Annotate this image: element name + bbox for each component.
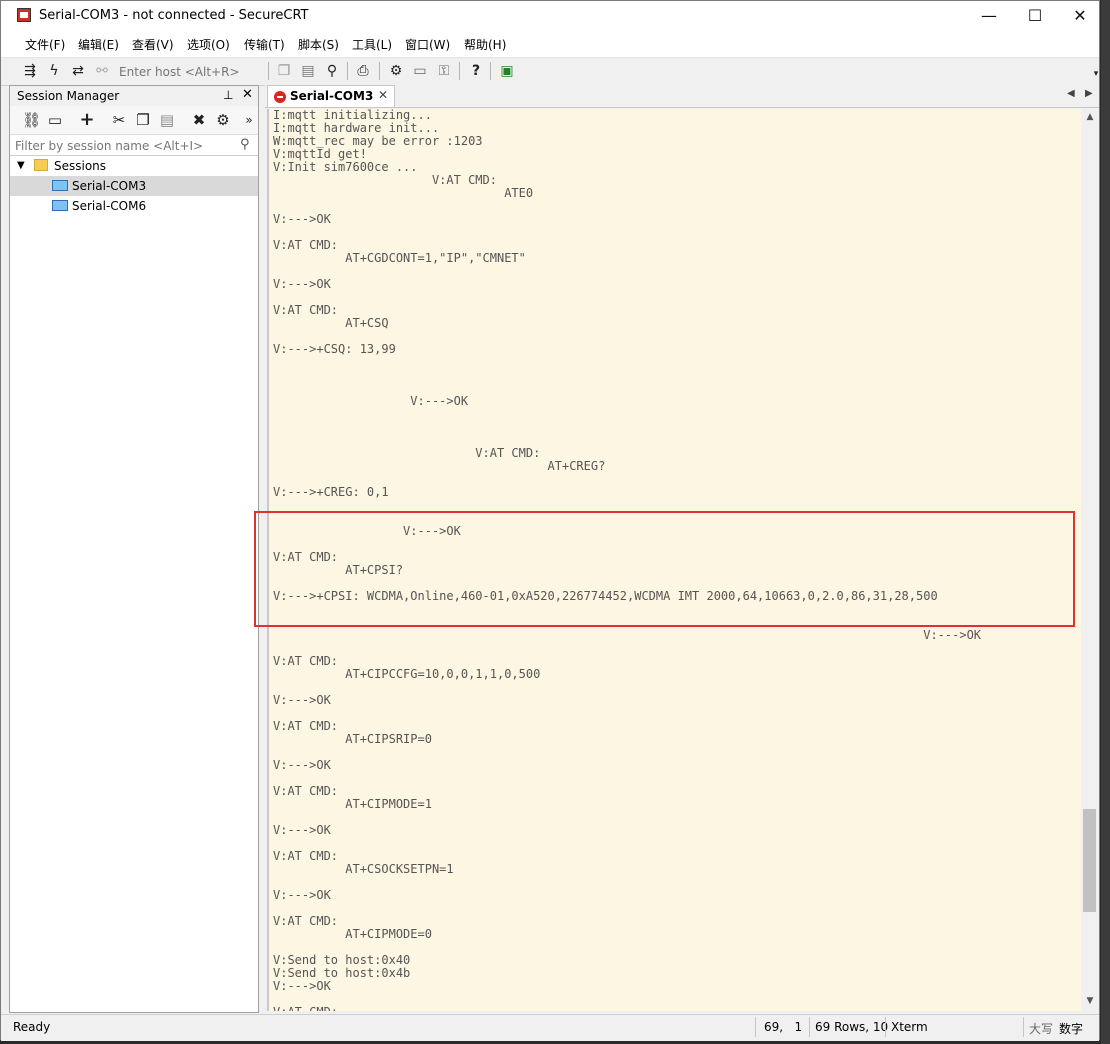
- menu-options[interactable]: 选项(O): [187, 36, 230, 53]
- menu-transfer[interactable]: 传输(T): [244, 36, 285, 53]
- maximize-button[interactable]: ☐: [1012, 1, 1058, 31]
- toolbar-separator: [268, 62, 269, 80]
- pin-icon[interactable]: ⊥: [223, 88, 233, 102]
- terminal-scrollbar[interactable]: ▲ ▼: [1081, 109, 1099, 1011]
- scrollbar-thumb[interactable]: [1083, 809, 1096, 912]
- status-divider: [1023, 1017, 1024, 1037]
- tab-prev-icon[interactable]: ◀: [1067, 88, 1075, 99]
- toolbar-separator: [379, 62, 380, 80]
- status-emulation: Xterm: [891, 1020, 928, 1034]
- session-item-serial-com6[interactable]: Serial-COM6: [10, 196, 258, 216]
- session-filter: ⚲: [10, 135, 258, 156]
- toolbar-separator: [459, 62, 460, 80]
- session-label: Serial-COM3: [72, 179, 147, 193]
- highlight-box: [254, 511, 1075, 627]
- scroll-up-icon[interactable]: ▲: [1081, 109, 1099, 126]
- chevron-down-icon[interactable]: ▼: [17, 156, 25, 176]
- copy-icon[interactable]: ❐: [275, 62, 293, 80]
- desktop-background: [1101, 0, 1110, 1044]
- keymap-icon[interactable]: ▭: [411, 62, 429, 80]
- tab-next-icon[interactable]: ▶: [1085, 88, 1093, 99]
- status-divider: [755, 1017, 756, 1037]
- properties-icon[interactable]: ⚙: [214, 111, 232, 129]
- status-num: 数字: [1059, 1022, 1084, 1036]
- connect-icon[interactable]: ⇶: [21, 62, 39, 80]
- session-item-serial-com3[interactable]: Serial-COM3: [10, 176, 258, 196]
- tab-close-icon[interactable]: ✕: [378, 88, 388, 102]
- session-manager-panel: Session Manager ⊥ ✕ ⛓ ▭ + ✂ ❐ ▤ ✖ ⚙ » ⚲ …: [9, 85, 259, 1013]
- menu-window[interactable]: 窗口(W): [405, 36, 450, 53]
- menu-bar: 文件(F) 编辑(E) 查看(V) 选项(O) 传输(T) 脚本(S) 工具(L…: [1, 31, 1099, 57]
- scroll-down-icon[interactable]: ▼: [1081, 993, 1099, 1010]
- tab-strip: Serial-COM3 ✕ ◀ ▶: [265, 85, 1099, 108]
- delete-icon[interactable]: ✖: [190, 111, 208, 129]
- status-divider: [809, 1017, 810, 1037]
- new-session-icon[interactable]: +: [78, 111, 96, 129]
- status-caps: 大写: [1029, 1022, 1054, 1036]
- paste-session-icon[interactable]: ▤: [158, 111, 176, 129]
- search-icon[interactable]: ⚲: [240, 137, 250, 152]
- session-manager-toolbar: ⛓ ▭ + ✂ ❐ ▤ ✖ ⚙ »: [10, 106, 258, 135]
- minimize-button[interactable]: —: [966, 1, 1012, 31]
- securecrt-window: Serial-COM3 - not connected - SecureCRT …: [0, 0, 1100, 1041]
- menu-edit[interactable]: 编辑(E): [78, 36, 119, 53]
- terminal-session-icon: [52, 200, 68, 211]
- status-bar: Ready 69, 1 69 Rows, 10 Xterm 大写 数字: [1, 1014, 1099, 1041]
- key-icon[interactable]: ⚿: [435, 62, 453, 80]
- terminal-session-icon: [52, 180, 68, 191]
- paste-icon[interactable]: ▤: [299, 62, 317, 80]
- folder-label: Sessions: [54, 159, 107, 173]
- session-manager-header: Session Manager ⊥ ✕: [10, 86, 258, 107]
- close-button[interactable]: ✕: [1057, 1, 1103, 31]
- session-manager-close-icon[interactable]: ✕: [242, 87, 253, 102]
- session-manager-title: Session Manager: [17, 89, 120, 103]
- tree-folder-sessions[interactable]: ▼ Sessions: [10, 156, 258, 176]
- connect-session-icon[interactable]: ⛓: [22, 111, 41, 129]
- toolbar: ⇶ ϟ ⇄ ⚯ ❐ ▤ ⚲ ⎙ ⚙ ▭ ⚿ ? ▣ ▾: [1, 57, 1099, 86]
- folder-icon: [34, 159, 48, 171]
- securecrt-app-icon: [17, 8, 31, 22]
- copy-session-icon[interactable]: ❐: [134, 111, 152, 129]
- quick-connect-icon[interactable]: ϟ: [45, 62, 63, 80]
- status-divider: [885, 1017, 886, 1037]
- toolbar-separator: [490, 62, 491, 80]
- tab-label: Serial-COM3: [290, 89, 374, 103]
- menu-file[interactable]: 文件(F): [25, 36, 65, 53]
- disconnect-icon[interactable]: ⚯: [93, 62, 111, 80]
- session-filter-input[interactable]: [13, 136, 237, 155]
- settings-icon[interactable]: ⚙: [387, 62, 405, 80]
- more-icon[interactable]: »: [240, 111, 258, 129]
- toolbar-separator: [347, 62, 348, 80]
- status-cursor-position: 69, 1: [764, 1020, 803, 1034]
- menu-tools[interactable]: 工具(L): [352, 36, 392, 53]
- menu-help[interactable]: 帮助(H): [464, 36, 506, 53]
- sftp-icon[interactable]: ▣: [498, 62, 516, 80]
- window-title: Serial-COM3 - not connected - SecureCRT: [39, 8, 309, 23]
- connect-in-tab-icon[interactable]: ▭: [46, 111, 64, 129]
- status-ready: Ready: [13, 1020, 51, 1034]
- enter-host-input[interactable]: [117, 61, 269, 83]
- help-icon[interactable]: ?: [467, 62, 485, 80]
- reconnect-icon[interactable]: ⇄: [69, 62, 87, 80]
- find-icon[interactable]: ⚲: [323, 62, 341, 80]
- tab-serial-com3[interactable]: Serial-COM3 ✕: [267, 85, 395, 107]
- status-terminal-size: 69 Rows, 10: [815, 1020, 889, 1034]
- cut-icon[interactable]: ✂: [110, 111, 128, 129]
- title-bar: Serial-COM3 - not connected - SecureCRT …: [1, 1, 1099, 31]
- disconnected-status-icon: [274, 91, 286, 103]
- session-label: Serial-COM6: [72, 199, 147, 213]
- menu-view[interactable]: 查看(V): [132, 36, 174, 53]
- menu-script[interactable]: 脚本(S): [298, 36, 339, 53]
- print-icon[interactable]: ⎙: [354, 62, 372, 80]
